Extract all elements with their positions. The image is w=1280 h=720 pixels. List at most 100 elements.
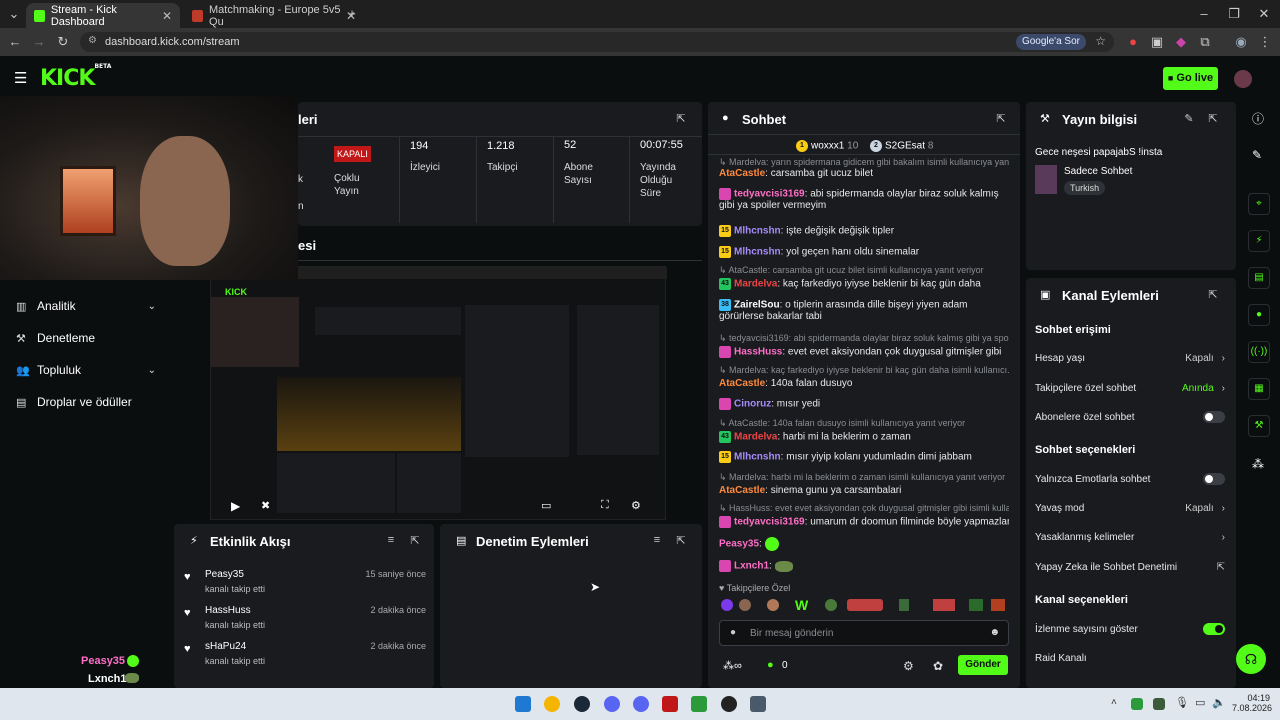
toggle-switch[interactable] [1203, 473, 1225, 485]
chat-message: AtaCastle: 140a falan dusuyo [719, 378, 853, 389]
edit-pencil-icon[interactable]: ✎ [1182, 112, 1196, 126]
windows-start-icon[interactable] [515, 696, 531, 712]
extensions-puzzle-icon[interactable]: ⧉ [1197, 34, 1213, 50]
user-avatar[interactable] [1234, 70, 1252, 88]
close-tab-icon[interactable]: ✕ [162, 9, 172, 23]
minimize-icon[interactable]: – [1196, 6, 1212, 22]
tray-chevron-icon[interactable]: ˄ [1111, 697, 1117, 708]
emoji-icon[interactable]: ☻ [989, 627, 1000, 638]
microphone-icon[interactable]: 🎙 [1175, 696, 1189, 709]
google-ask-pill[interactable]: Google'a Sor [1015, 34, 1086, 50]
settings-gear-icon[interactable] [750, 696, 766, 712]
kicks-icon[interactable]: ⁂∞ [723, 659, 742, 672]
filter-icon[interactable]: ≡ [384, 534, 398, 548]
site-info-icon[interactable]: ⚙ [88, 35, 97, 46]
pencil-icon[interactable]: ✎ [1252, 148, 1262, 162]
rail-layout-icon[interactable]: ▦ [1248, 378, 1270, 400]
sidebar-item-denetleme[interactable]: ⚒ Denetleme [16, 328, 156, 348]
sidebar-item-topluluk[interactable]: 👥 Topluluk ⌄ [16, 360, 156, 380]
extension-icon[interactable]: ◆ [1173, 34, 1189, 50]
chat-input[interactable]: ● Bir mesaj gönderin ☻ [719, 620, 1009, 646]
rail-target-icon[interactable]: ⌖ [1248, 193, 1270, 215]
setting-show-viewcount[interactable]: İzlenme sayısını göster [1035, 622, 1225, 636]
xbox-icon[interactable] [691, 696, 707, 712]
user-badge-icon [719, 346, 731, 358]
emote-icon [774, 560, 793, 572]
emote-bar[interactable]: W [719, 597, 1009, 613]
top-gifter[interactable]: 1 woxxx1 10 [796, 140, 858, 152]
volume-icon[interactable]: 🔈 [1212, 696, 1226, 709]
extension-icon[interactable]: ● [1125, 34, 1141, 50]
valorant-icon[interactable] [662, 696, 678, 712]
rail-document-icon[interactable]: ▤ [1248, 267, 1270, 289]
forward-icon[interactable]: → [31, 34, 47, 50]
hamburger-menu-icon[interactable]: ☰ [14, 69, 27, 87]
browser-menu-icon[interactable]: ⋮ [1257, 34, 1273, 50]
setting-ai-moderation[interactable]: Yapay Zeka ile Sohbet Denetimi ⇱ [1035, 560, 1225, 574]
new-tab-icon[interactable]: + [344, 6, 360, 22]
close-window-icon[interactable]: ✕ [1256, 6, 1272, 22]
discord-icon[interactable] [633, 696, 649, 712]
play-icon[interactable]: ▶ [231, 499, 240, 513]
chat-message: Cinoruz: mısır yedi [719, 398, 1009, 410]
back-icon[interactable]: ← [7, 34, 23, 50]
tray-app-icon[interactable] [1131, 698, 1143, 710]
setting-followers-only[interactable]: Takipçilere özel sohbet Anında › [1035, 381, 1225, 395]
top-gifter[interactable]: 2 S2GEsat 8 [870, 140, 933, 152]
setting-account-age[interactable]: Hesap yaşı Kapalı › [1035, 351, 1225, 365]
popout-icon[interactable]: ⇱ [994, 112, 1008, 126]
setting-banned-words[interactable]: Yasaklanmış kelimeler › [1035, 530, 1225, 544]
popout-icon[interactable]: ⇱ [408, 534, 422, 548]
emote-icon [721, 599, 733, 611]
sidebar-item-droplar[interactable]: ▤ Droplar ve ödüller [16, 392, 156, 412]
tray-app-icon[interactable] [1153, 698, 1165, 710]
address-bar[interactable]: ⚙ dashboard.kick.com/stream Google'a Sor… [80, 32, 1114, 52]
kick-logo[interactable]: KICKBETA [40, 63, 111, 91]
user-badge-icon: 15 [719, 451, 731, 463]
extension-icon[interactable]: ▣ [1149, 34, 1165, 50]
chat-settings-gear-icon[interactable]: ⚙ [903, 659, 914, 673]
reply-arrow-icon: ↳ [719, 365, 730, 375]
setting-subscribers-only[interactable]: Abonelere özel sohbet [1035, 410, 1225, 424]
send-button[interactable]: Gönder [958, 655, 1008, 675]
network-icon[interactable]: ▭ [1195, 696, 1205, 709]
rail-lightning-icon[interactable]: ⚡ [1248, 230, 1270, 252]
popout-icon[interactable]: ⇱ [674, 112, 688, 126]
toggle-switch[interactable] [1203, 623, 1225, 635]
steam-icon[interactable] [574, 696, 590, 712]
tab-matchmaking[interactable]: Matchmaking - Europe 5v5 Qu ✕ [184, 3, 364, 28]
bookmark-star-icon[interactable]: ☆ [1095, 34, 1106, 48]
filter-icon[interactable]: ≡ [650, 534, 664, 548]
kicks-icon[interactable]: ⁂ [1252, 457, 1264, 471]
mod-tools-icon[interactable]: ✿ [933, 659, 943, 673]
setting-emote-only[interactable]: Yalnızca Emotlarla sohbet [1035, 472, 1225, 486]
emote-icon [847, 599, 883, 611]
popout-icon[interactable]: ⇱ [1206, 112, 1220, 126]
rail-broadcast-icon[interactable]: ((·)) [1248, 341, 1270, 363]
tab-search-icon[interactable]: ⌄ [6, 6, 22, 22]
rail-chat-icon[interactable]: ● [1248, 304, 1270, 326]
clock[interactable]: 04:19 7.08.2026 [1232, 693, 1272, 713]
setting-slow-mode[interactable]: KapalıYavaş modKapalı› [1035, 501, 1225, 515]
reload-icon[interactable]: ↻ [55, 34, 71, 50]
support-headset-icon[interactable]: ☊ [1236, 644, 1266, 674]
mute-icon[interactable]: ✖ [261, 499, 270, 512]
profile-icon[interactable]: ◉ [1233, 34, 1249, 50]
fullscreen-icon[interactable]: ⛶ [601, 499, 609, 512]
rail-wrench-icon[interactable]: ⚒ [1248, 415, 1270, 437]
setting-raid-channel[interactable]: Raid Kanalı [1035, 651, 1225, 665]
maximize-icon[interactable]: ❐ [1226, 6, 1242, 22]
sidebar-item-analitik[interactable]: ▥ Analitik ⌄ [16, 296, 156, 316]
popout-icon[interactable]: ⇱ [1206, 288, 1220, 302]
tab-kick-dashboard[interactable]: Stream - Kick Dashboard ✕ [26, 3, 180, 28]
info-icon[interactable]: ⓘ [1252, 110, 1264, 127]
discord-icon[interactable] [604, 696, 620, 712]
theatre-icon[interactable]: ▭ [541, 499, 551, 512]
go-live-button[interactable]: ■ Go live [1163, 67, 1218, 90]
popout-icon[interactable]: ⇱ [674, 534, 688, 548]
settings-gear-icon[interactable]: ⚙ [631, 499, 641, 512]
obs-icon[interactable] [721, 696, 737, 712]
stream-preview-video[interactable]: KICK ▶ ✖ ▭ ⛶ ⚙ [210, 266, 667, 520]
chrome-icon[interactable] [544, 696, 560, 712]
toggle-switch[interactable] [1203, 411, 1225, 423]
